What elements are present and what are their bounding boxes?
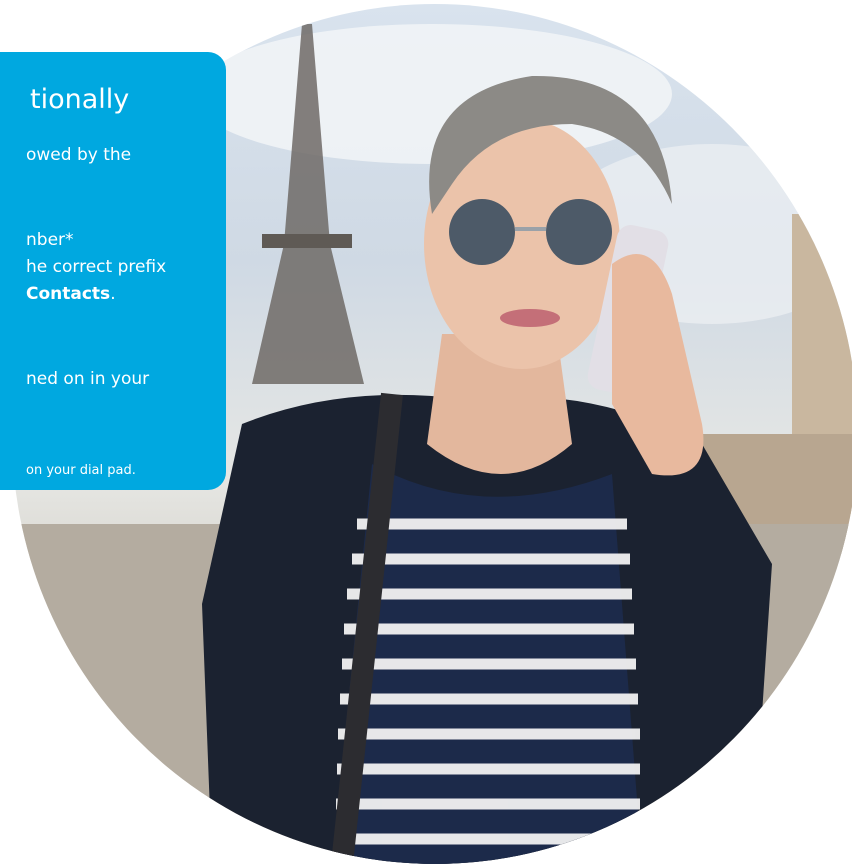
panel-text-line: Contacts. (26, 284, 116, 304)
panel-text-line: owed by the (26, 145, 132, 165)
panel-text-line: he correct prefix (26, 257, 167, 277)
panel-text-line: ned on in your (26, 369, 150, 389)
period: . (110, 284, 116, 304)
panel-text-line: nber* (26, 230, 74, 250)
panel-footnote: on your dial pad. (26, 463, 136, 478)
contacts-label: Contacts (26, 284, 111, 304)
panel-title: tionally (30, 84, 130, 115)
info-panel: tionally owed by the nber* he correct pr… (0, 52, 226, 490)
